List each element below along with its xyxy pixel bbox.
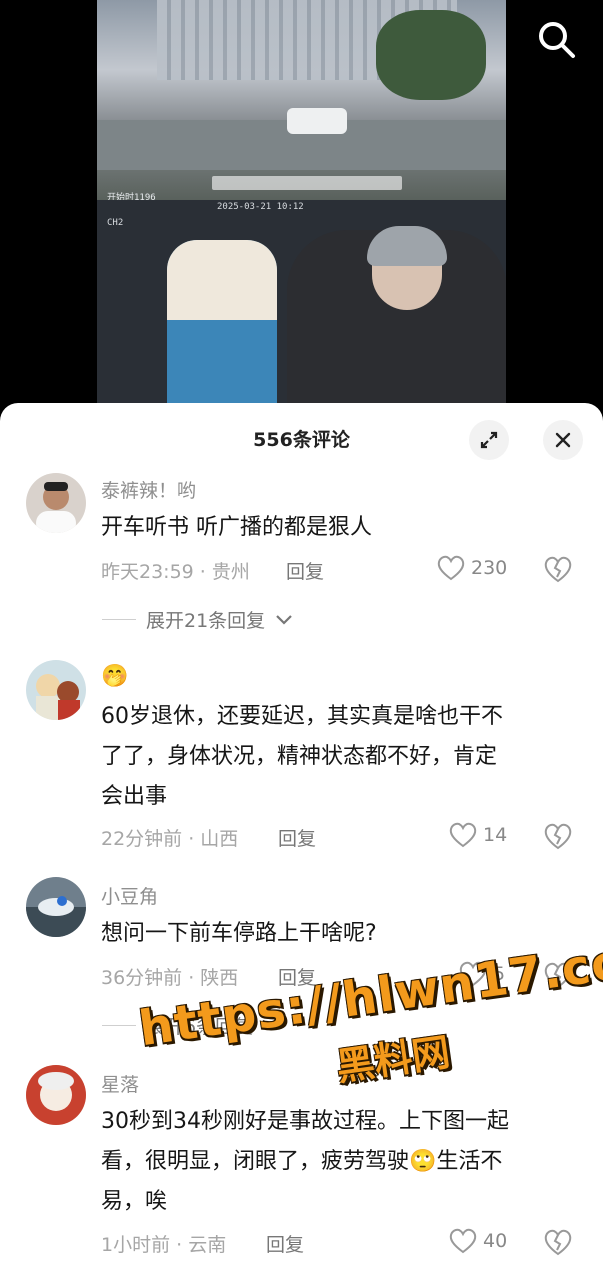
comment-text: 60岁退休，还要延迟，其实真是啥也干不 了了，身体状况，精神状态都不好，肯定 会… [101, 697, 571, 817]
divider [102, 1025, 136, 1026]
broken-heart-icon [544, 823, 572, 850]
comments-sheet: 556条评论 泰裤辣！哟 开车听书 听广播的都是狠人 昨天23:59 · 贵州 … [0, 403, 603, 1280]
expand-sheet-button[interactable] [469, 420, 509, 460]
broken-heart-icon [544, 1229, 572, 1256]
passenger-seat [167, 240, 277, 420]
expand-replies-label: 展开21条回复 [146, 610, 266, 632]
heart-icon [449, 1228, 477, 1254]
comment-time-location: 22分钟前 · 山西 [101, 828, 239, 850]
comment-emoji: 🤭 [101, 664, 129, 689]
video-frame-top: 开始时1196 [97, 0, 506, 200]
avatar[interactable] [26, 473, 86, 533]
comment-text-line: 看，很明显，闭眼了，疲劳驾驶🙄生活不 [101, 1149, 503, 1174]
heart-icon [449, 822, 477, 848]
playback-bar [212, 176, 402, 190]
heart-icon [437, 555, 465, 581]
video-frame-bottom: 2025-03-21 10:12 CH2 [97, 200, 506, 420]
video-timestamp-bottom: 2025-03-21 10:12 [217, 202, 304, 212]
van-scene [287, 108, 347, 134]
avatar[interactable] [26, 660, 86, 720]
reply-button[interactable]: 回复 [278, 824, 316, 851]
comment-time-location: 1小时前 · 云南 [101, 1234, 227, 1256]
video-timestamp-top: 开始时1196 [107, 193, 156, 200]
avatar[interactable] [26, 1065, 86, 1125]
comment-time-location: 昨天23:59 · 贵州 [101, 561, 250, 583]
like-count: 40 [483, 1230, 508, 1252]
dislike-button[interactable] [543, 822, 573, 852]
chevron-down-icon [276, 614, 292, 625]
broken-heart-icon [544, 556, 572, 583]
comment-text-line: 60岁退休，还要延迟，其实真是啥也干不 [101, 704, 503, 729]
close-icon [555, 432, 571, 448]
divider [102, 619, 136, 620]
comment-username[interactable]: 泰裤辣！哟 [101, 476, 196, 503]
video-player[interactable]: 开始时1196 2025-03-21 10:12 CH2 [0, 0, 603, 420]
video-channel-label: CH2 [107, 218, 124, 228]
comment-text-line: 会出事 [101, 784, 168, 809]
reply-button[interactable]: 回复 [286, 557, 324, 584]
comment-text: 30秒到34秒刚好是事故过程。上下图一起 看，很明显，闭眼了，疲劳驾驶🙄生活不 … [101, 1102, 571, 1222]
comment-text-line: 了了，身体状况，精神状态都不好，肯定 [101, 744, 498, 769]
expand-replies[interactable]: 展开21条回复 [102, 606, 293, 633]
avatar[interactable] [26, 877, 86, 937]
like-count: 230 [471, 557, 508, 579]
eyeroll-emoji: 🙄 [409, 1149, 437, 1174]
tree-scene [376, 10, 486, 100]
like-button[interactable]: 230 [437, 555, 507, 581]
comment-username[interactable]: 小豆角 [101, 882, 158, 909]
like-button[interactable]: 14 [449, 822, 507, 848]
reply-button[interactable]: 回复 [266, 1230, 304, 1257]
driver-figure [287, 226, 506, 420]
comments-count-title: 556条评论 [253, 429, 350, 451]
search-icon[interactable] [533, 16, 579, 62]
like-count: 14 [483, 824, 508, 846]
close-button[interactable] [543, 420, 583, 460]
comment-username[interactable]: 星落 [101, 1070, 139, 1097]
comment-text-line: 易，唉 [101, 1189, 168, 1214]
comment-text: 开车听书 听广播的都是狠人 [101, 515, 372, 540]
like-button[interactable]: 40 [449, 1228, 507, 1254]
expand-icon [480, 431, 498, 449]
dislike-button[interactable] [543, 555, 573, 585]
dislike-button[interactable] [543, 1228, 573, 1258]
